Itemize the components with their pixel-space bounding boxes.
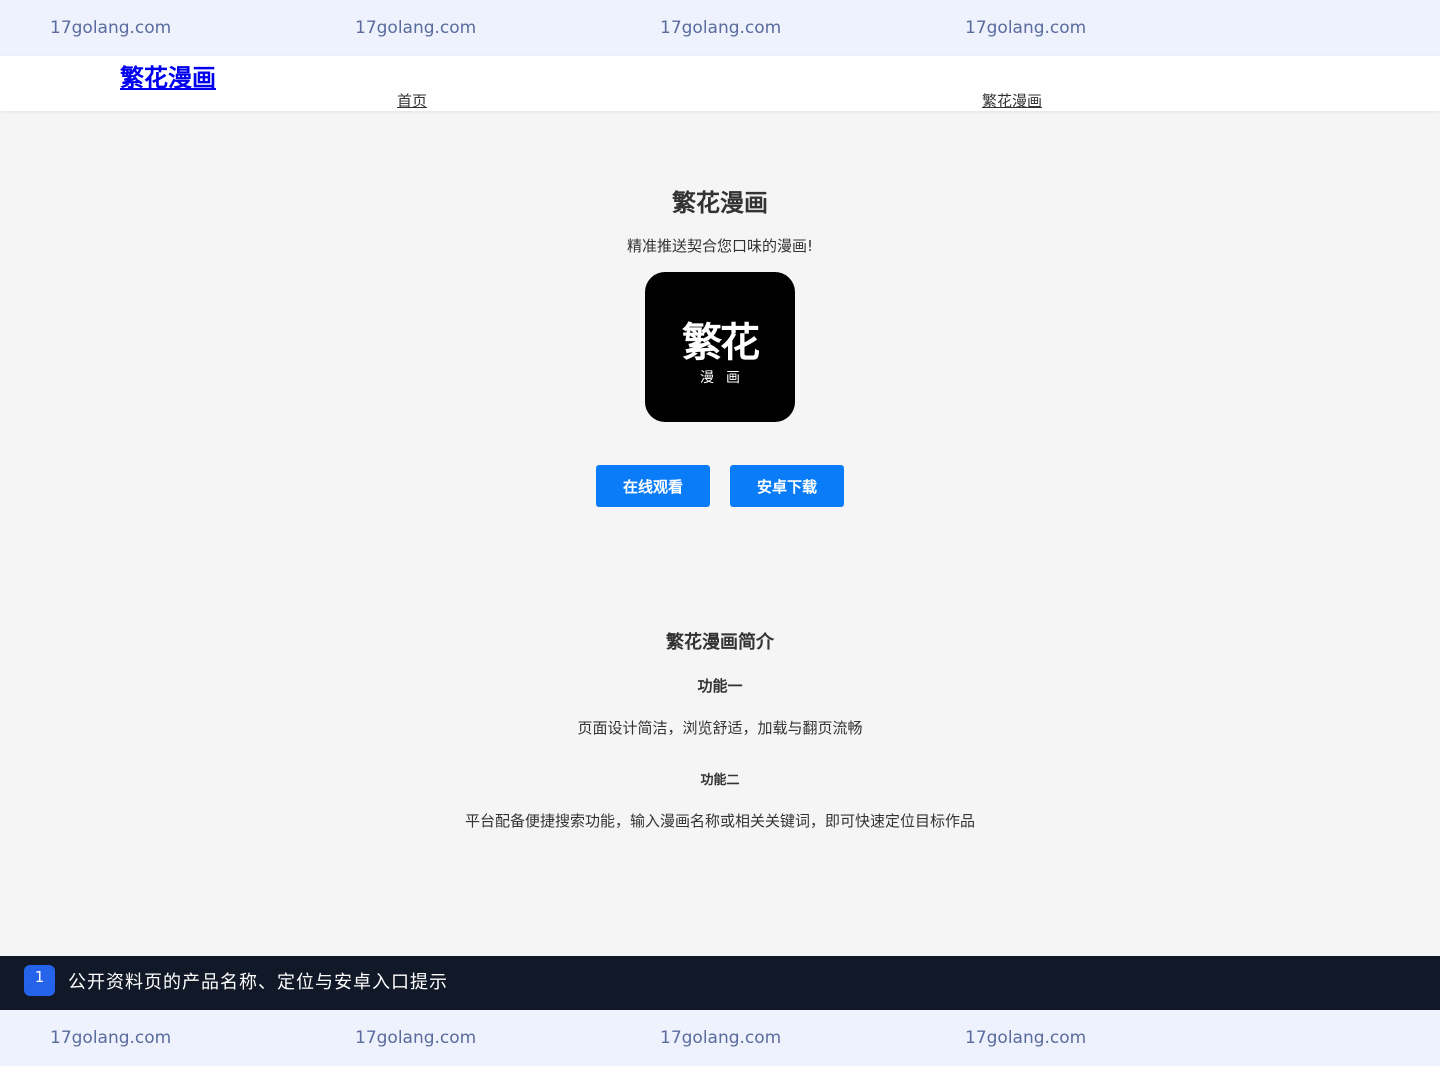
android-download-button[interactable]: 安卓下载: [730, 465, 844, 507]
app-logo-icon: 繁花 漫画: [645, 272, 795, 422]
feature-title: 功能二: [700, 773, 740, 788]
watermark-bar-top: 17golang.com 17golang.com 17golang.com 1…: [0, 0, 1440, 56]
app-logo-main-text: 繁花: [682, 319, 760, 366]
nav-home[interactable]: 首页: [397, 90, 427, 111]
watermark-text: 17golang.com: [355, 18, 477, 38]
watermark-text: 17golang.com: [660, 18, 782, 38]
watermark-bar-bottom: 17golang.com 17golang.com 17golang.com 1…: [0, 1010, 1440, 1066]
watermark-text: 17golang.com: [355, 1028, 477, 1048]
site-header: 繁花漫画 首页 繁花漫画: [0, 56, 1440, 111]
watch-online-button[interactable]: 在线观看: [596, 465, 710, 507]
nav-fanhua-manhua[interactable]: 繁花漫画: [982, 90, 1042, 111]
hero-title: 繁花漫画: [672, 189, 768, 217]
notice-text: 公开资料页的产品名称、定位与安卓入口提示: [68, 972, 448, 993]
feature-desc: 页面设计简洁，浏览舒适，加载与翻页流畅: [577, 719, 863, 737]
watermark-text: 17golang.com: [660, 1028, 782, 1048]
feature-desc: 平台配备便捷搜索功能，输入漫画名称或相关关键词，即可快速定位目标作品: [464, 812, 975, 830]
hero-subtitle: 精准推送契合您口味的漫画!: [626, 237, 813, 255]
logo-link[interactable]: 繁花漫画: [120, 58, 216, 93]
watermark-text: 17golang.com: [965, 1028, 1087, 1048]
app-logo-sub-text: 漫画: [700, 370, 752, 386]
watermark-text: 17golang.com: [50, 18, 172, 38]
intro-title: 繁花漫画简介: [666, 632, 774, 653]
feature-title: 功能一: [697, 677, 743, 695]
watermark-text: 17golang.com: [965, 18, 1087, 38]
watermark-text: 17golang.com: [50, 1028, 172, 1048]
notice-bar: 1 公开资料页的产品名称、定位与安卓入口提示: [0, 956, 1440, 1010]
notice-badge: 1: [24, 965, 55, 996]
